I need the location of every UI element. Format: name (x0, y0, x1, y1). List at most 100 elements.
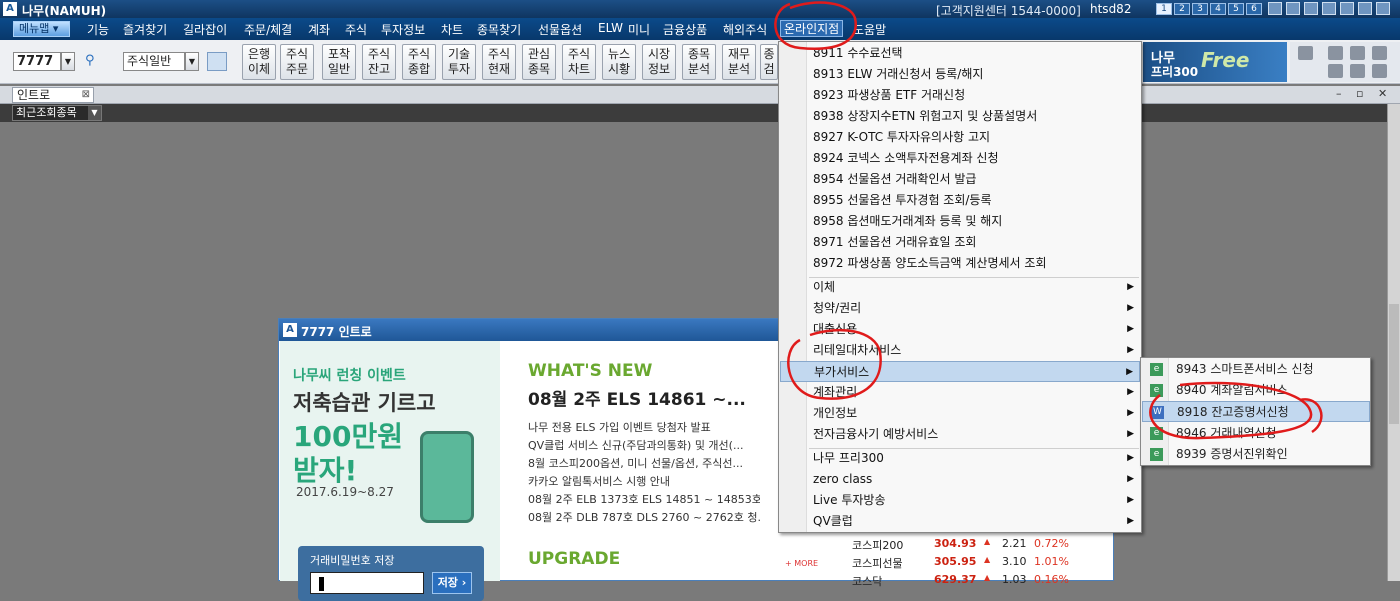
news-item[interactable]: 8월 코스피200옵션, 미니 선물/옵션, 주식선... (528, 455, 760, 471)
lock-icon[interactable] (1372, 46, 1387, 60)
submenu-item-balance-certificate[interactable]: W 8918 잔고증명서신청 (1142, 401, 1370, 422)
toolbar-search-button[interactable]: 종검 (760, 44, 778, 80)
news-item[interactable]: QV클럽 서비스 신규(주담과의통화) 및 개선(... (528, 437, 760, 453)
submenu-item[interactable]: e 8940 계좌알림서비스 (1142, 380, 1370, 401)
menu-item[interactable]: 8913 ELW 거래신청서 등록/해지 (780, 64, 1140, 85)
toolbar-chart-button[interactable]: 주식 차트 (562, 44, 596, 80)
monitor-icon[interactable] (1286, 2, 1300, 15)
menu-item[interactable]: 8924 코넥스 소액투자전용계좌 신청 (780, 148, 1140, 169)
add-window-icon[interactable] (207, 52, 227, 71)
scrollbar-thumb[interactable] (1389, 304, 1399, 424)
save-button[interactable]: 저장 › (432, 572, 472, 594)
news-item[interactable]: 08월 2주 ELB 1373호 ELS 14851 ~ 14853호... (528, 491, 760, 507)
refresh-icon[interactable] (1328, 64, 1343, 78)
menu-item[interactable]: 8958 옵션매도거래계좌 등록 및 해지 (780, 211, 1140, 232)
monitor-icon[interactable] (1322, 2, 1336, 15)
submenu-item[interactable]: e 8939 증명서진위확인 (1142, 444, 1370, 465)
menu-products[interactable]: 금융상품 (663, 21, 707, 38)
minimize-icon[interactable]: – (1336, 87, 1342, 100)
toolbar-overall-button[interactable]: 주식 종합 (402, 44, 436, 80)
toolbar-balance-button[interactable]: 주식 잔고 (362, 44, 396, 80)
restore-icon[interactable]: ▫ (1356, 87, 1363, 100)
menu-mini[interactable]: 미니 (628, 21, 650, 38)
screen-6-button[interactable]: 6 (1246, 3, 1262, 15)
home-icon[interactable] (1372, 64, 1387, 78)
submenu-item[interactable]: e 8946 거래내역신청 (1142, 423, 1370, 444)
promo-banner[interactable]: 나무 프리300 Free (1143, 42, 1287, 82)
screen-2-button[interactable]: 2 (1174, 3, 1190, 15)
menu-investinfo[interactable]: 투자정보 (381, 21, 425, 38)
news-item[interactable]: 카카오 알림톡서비스 시행 안내 (528, 473, 760, 489)
toolbar-technical-button[interactable]: 기술 투자 (442, 44, 476, 80)
tab-intro[interactable]: 인트로 ⊠ (12, 87, 94, 103)
print-icon[interactable] (1328, 46, 1343, 60)
close-icon[interactable]: ✕ (1378, 87, 1387, 100)
close-icon[interactable] (1376, 2, 1390, 15)
menu-item[interactable]: 8954 선물옵션 거래확인서 발급 (780, 169, 1140, 190)
menu-group-zero-class[interactable]: zero class ▶ (780, 469, 1140, 490)
menu-help[interactable]: 도움말 (853, 21, 886, 38)
menu-item[interactable]: 8972 파생상품 양도소득금액 계산명세서 조회 (780, 253, 1140, 274)
menu-futures[interactable]: 선물옵션 (538, 21, 582, 38)
menu-group-live[interactable]: Live 투자방송 ▶ (780, 490, 1140, 511)
minimize-icon[interactable] (1340, 2, 1354, 15)
screen-4-button[interactable]: 4 (1210, 3, 1226, 15)
camera-icon[interactable] (1298, 46, 1313, 60)
stock-type-select[interactable]: 주식일반 (123, 52, 185, 71)
toolbar-catch-button[interactable]: 포착 일반 (322, 44, 356, 80)
screen-3-button[interactable]: 3 (1192, 3, 1208, 15)
menu-overseas[interactable]: 해외주식 (723, 21, 767, 38)
menu-group-personal-info[interactable]: 개인정보 ▶ (780, 403, 1140, 424)
menu-group-free300[interactable]: 나무 프리300 ▶ (780, 448, 1140, 469)
menu-item[interactable]: 8971 선물옵션 거래유효일 조회 (780, 232, 1140, 253)
menu-order[interactable]: 주문/체결 (244, 21, 292, 38)
password-input[interactable] (310, 572, 424, 594)
recent-stocks-select[interactable]: 최근조회종목 ▼ (12, 105, 102, 121)
toolbar-bank-transfer-button[interactable]: 은행 이체 (242, 44, 276, 80)
screen-code-input[interactable]: 7777 (13, 52, 61, 71)
close-icon[interactable]: ⊠ (82, 88, 90, 102)
news-item[interactable]: 08월 2주 DLB 787호 DLS 2760 ~ 2762호 청... (528, 509, 760, 525)
menu-function[interactable]: 기능 (87, 21, 109, 38)
toolbar-current-button[interactable]: 주식 현재 (482, 44, 516, 80)
menu-group-qv-club[interactable]: QV클럽 ▶ (780, 511, 1140, 532)
toolbar-analysis-button[interactable]: 종목 분석 (682, 44, 716, 80)
screen-5-button[interactable]: 5 (1228, 3, 1244, 15)
vertical-scrollbar[interactable] (1387, 104, 1400, 581)
menu-group-fraud-prevention[interactable]: 전자금융사기 예방서비스 ▶ (780, 424, 1140, 445)
menu-group-subscription[interactable]: 청약/권리 ▶ (780, 298, 1140, 319)
chevron-down-icon[interactable]: ▼ (88, 106, 101, 120)
menu-group-extra-services[interactable]: 부가서비스 ▶ (780, 361, 1140, 382)
toolbar-finance-button[interactable]: 재무 분석 (722, 44, 756, 80)
menu-item[interactable]: 8938 상장지수ETN 위험고지 및 상품설명서 (780, 106, 1140, 127)
menu-stock-search[interactable]: 종목찾기 (477, 21, 521, 38)
search-icon[interactable]: ⚲ (85, 53, 95, 68)
chevron-down-icon[interactable]: ▼ (185, 52, 199, 71)
toolbar-stock-order-button[interactable]: 주식 주문 (280, 44, 314, 80)
menu-group-account-mgmt[interactable]: 계좌관리 ▶ (780, 382, 1140, 403)
toolbar-watchlist-button[interactable]: 관심 종목 (522, 44, 556, 80)
save-icon[interactable] (1350, 46, 1365, 60)
more-link[interactable]: + MORE (785, 559, 818, 568)
screen-1-button[interactable]: 1 (1156, 3, 1172, 15)
event-banner[interactable]: 나무씨 런칭 이벤트 저축습관 기르고 100만원 받자! 2017.6.19~… (280, 341, 500, 601)
menu-group-retail-lending[interactable]: 리테일대차서비스 ▶ (780, 340, 1140, 361)
menu-chart[interactable]: 차트 (441, 21, 463, 38)
menu-group-loan[interactable]: 대출신용 ▶ (780, 319, 1140, 340)
calculator-icon[interactable] (1350, 64, 1365, 78)
toolbar-news-button[interactable]: 뉴스 시황 (602, 44, 636, 80)
submenu-item[interactable]: e 8943 스마트폰서비스 신청 (1142, 359, 1370, 380)
menu-favorites[interactable]: 즐겨찾기 (123, 21, 167, 38)
menu-elw[interactable]: ELW (598, 21, 623, 35)
menu-item[interactable]: 8927 K-OTC 투자자유의사항 고지 (780, 127, 1140, 148)
toolbar-market-button[interactable]: 시장 정보 (642, 44, 676, 80)
maximize-icon[interactable] (1358, 2, 1372, 15)
monitor-icon[interactable] (1268, 2, 1282, 15)
menu-item[interactable]: 8911 수수료선택 (780, 43, 1140, 64)
monitor-icon[interactable] (1304, 2, 1318, 15)
news-headline[interactable]: 08월 2주 ELS 14861 ~... (528, 385, 746, 410)
menu-guide[interactable]: 길라잡이 (183, 21, 227, 38)
menu-online-branch[interactable]: 온라인지점 (780, 20, 844, 37)
menu-item[interactable]: 8955 선물옵션 투자경험 조회/등록 (780, 190, 1140, 211)
menu-group-transfer[interactable]: 이체 ▶ (780, 277, 1140, 298)
